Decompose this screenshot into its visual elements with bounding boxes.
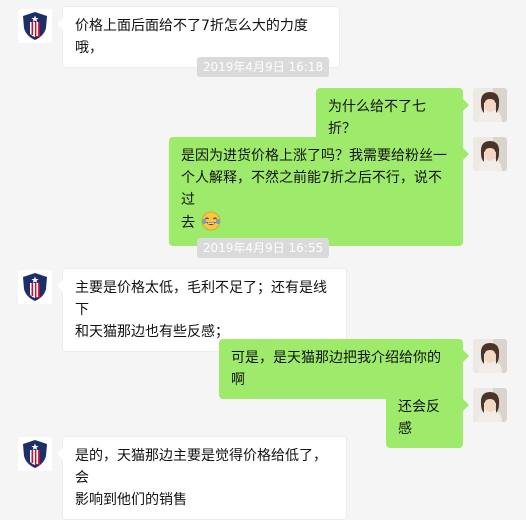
timestamp-label: 2019年4月9日 16:18 — [196, 57, 330, 77]
user-avatar[interactable] — [473, 88, 507, 122]
timestamp-divider: 2019年4月9日 16:18 — [0, 56, 526, 77]
user-photo-avatar — [473, 388, 507, 422]
message-text: 还会反感 — [398, 399, 440, 437]
contact-avatar[interactable] — [18, 9, 52, 43]
message-line: 是的，天猫那边主要是觉得价格给低了，会 — [75, 448, 327, 486]
message-line: 主要是价格太低，毛利不足了；还有是线下 — [75, 280, 327, 318]
timestamp-label: 2019年4月9日 16:55 — [196, 238, 330, 258]
shield-logo-icon — [18, 270, 52, 304]
user-photo-avatar — [473, 88, 507, 122]
message-line: 去 — [181, 215, 195, 231]
contact-avatar[interactable] — [18, 270, 52, 304]
user-avatar[interactable] — [473, 388, 507, 422]
shield-logo-icon — [18, 437, 52, 471]
timestamp-divider: 2019年4月9日 16:55 — [0, 237, 526, 258]
shield-logo-icon — [18, 9, 52, 43]
message-line: 影响到他们的销售 — [75, 492, 187, 508]
contact-avatar[interactable] — [18, 437, 52, 471]
user-photo-avatar — [473, 137, 507, 171]
message-line: 个人解释，不然之前能7折之后不行，说不过 — [181, 170, 442, 208]
message-last-line: 去 — [181, 211, 451, 238]
message-bubble-incoming[interactable]: 是的，天猫那边主要是觉得价格给低了，会 影响到他们的销售 — [57, 436, 347, 520]
user-avatar[interactable] — [473, 137, 507, 171]
message-text: 可是，是天猫那边把我介绍给你的啊 — [231, 350, 441, 388]
user-avatar[interactable] — [473, 339, 507, 373]
message-text: 价格上面后面给不了7折怎么大的力度哦， — [75, 18, 308, 56]
tears-of-joy-emoji — [201, 211, 221, 238]
chat-window: 价格上面后面给不了7折怎么大的力度哦， 2019年4月9日 16:18 为什么给… — [0, 0, 526, 520]
message-bubble-outgoing[interactable]: 还会反感 — [386, 388, 469, 448]
message-bubble-outgoing[interactable]: 是因为进货价格上涨了吗？我需要给粉丝一 个人解释，不然之前能7折之后不行，说不过… — [169, 137, 469, 246]
user-photo-avatar — [473, 339, 507, 373]
message-text: 为什么给不了七折？ — [328, 99, 426, 137]
message-line: 是因为进货价格上涨了吗？我需要给粉丝一 — [181, 148, 447, 164]
